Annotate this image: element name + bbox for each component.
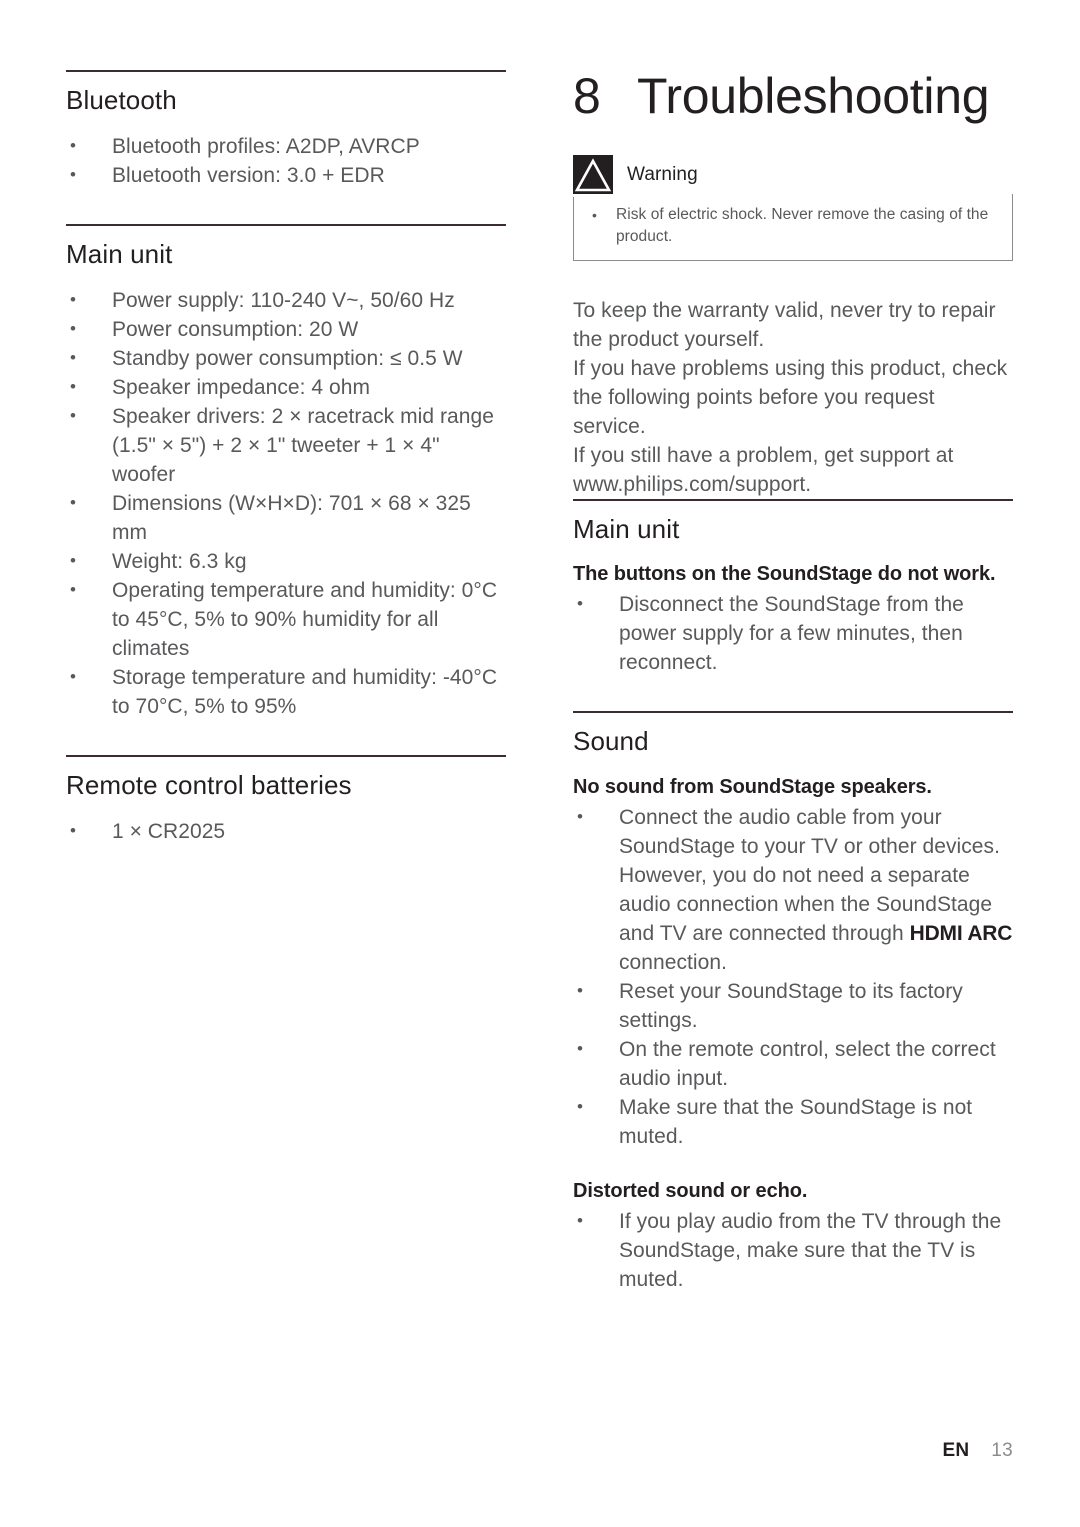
list-item: Speaker drivers: 2 × racetrack mid range… [66,401,506,489]
list-item: Power consumption: 20 W [66,314,506,344]
manual-page: Bluetooth Bluetooth profiles: A2DP, AVRCP… [0,0,1080,1527]
spec-section-remote-batteries: Remote control batteries 1 × CR2025 [66,754,506,846]
intro-line: www.philips.com/support. [573,472,812,496]
list-item: Operating temperature and humidity: 0°C … [66,575,506,663]
list-item: Bluetooth profiles: A2DP, AVRCP [66,131,506,161]
section-rule [573,711,1013,714]
warning-bullet: Risk of electric shock. Never remove the… [586,204,1000,248]
intro-line: If you have problems using this product,… [573,356,1008,380]
list-item: Standby power consumption: ≤ 0.5 W [66,343,506,373]
footer-language: EN [942,1440,970,1461]
list-item: Make sure that the SoundStage is not mut… [573,1092,1013,1151]
warning-box: Warning Risk of electric shock. Never re… [573,154,1013,262]
emphasized-text: HDMI ARC [909,922,1013,946]
intro-line: the following points before you request … [573,385,935,438]
list-item: Weight: 6.3 kg [66,546,506,576]
list-item: On the remote control, select the correc… [573,1034,1013,1093]
left-column: Bluetooth Bluetooth profiles: A2DP, AVRCP… [66,70,506,846]
list-item: Storage temperature and humidity: -40°C … [66,662,506,721]
spec-section-main-unit-specs: Main unit Power supply: 110-240 V~, 50/60… [66,223,506,721]
footer-page-number: 13 [991,1440,1013,1461]
list-item: If you play audio from the TV through th… [573,1206,1013,1294]
list-item: Connect the audio cable from your SoundS… [573,802,1013,977]
troubleshoot-item: Distorted sound or echo. If you play audi… [573,1177,1013,1294]
list-item: Power supply: 110-240 V~, 50/60 Hz [66,285,506,315]
intro-paragraph: To keep the warranty valid, never try to… [573,296,1013,499]
list-item: Reset your SoundStage to its factory set… [573,976,1013,1035]
chapter-number: 8 [573,68,601,124]
section-rule [573,498,1013,501]
intro-line: To keep the warranty valid, never try to… [573,298,996,322]
list-item: Dimensions (W×H×D): 701 × 68 × 325 mm [66,488,506,547]
list-item: Disconnect the SoundStage from the power… [573,589,1013,677]
section-title: Main unit [66,238,173,269]
section-rule [66,754,506,757]
warning-icon-notch [573,193,613,197]
warning-body: Risk of electric shock. Never remove the… [573,193,1013,261]
spec-list: Power supply: 110-240 V~, 50/60 HzPower … [66,285,506,721]
chapter-heading: 8 Troubleshooting [573,70,1013,123]
intro-line: If you still have a problem, get support… [573,443,954,467]
troubleshoot-question: Distorted sound or echo. [573,1180,808,1203]
list-item: Bluetooth version: 3.0 + EDR [66,160,506,190]
section-rule [66,223,506,226]
spec-section-bluetooth: Bluetooth Bluetooth profiles: A2DP, AVRCP… [66,70,506,190]
warning-label: Warning [627,163,698,185]
spec-list: 1 × CR2025 [66,816,506,846]
warning-triangle-icon [573,154,613,195]
page-footer: EN 13 [0,1440,1013,1462]
troubleshoot-item: No sound from SoundStage speakers. Connec… [573,773,1013,1151]
section-title: Remote control batteries [66,769,352,800]
troubleshoot-section-sound: Sound No sound from SoundStage speakers. C… [573,711,1013,1294]
troubleshoot-section-main-unit: Main unit The buttons on the SoundStage d… [573,498,1013,678]
list-item: 1 × CR2025 [66,816,506,846]
right-column: 8 Troubleshooting Warning Risk of electr… [573,70,1013,1294]
warning-header: Warning [573,154,1013,195]
section-title: Main unit [573,513,680,544]
section-title: Bluetooth [66,85,177,115]
troubleshoot-item: The buttons on the SoundStage do not wor… [573,560,1013,677]
chapter-title: Troubleshooting [637,68,990,124]
section-title: Sound [573,726,649,757]
section-rule [66,70,506,72]
troubleshoot-solutions: Connect the audio cable from your SoundS… [573,802,1013,1151]
troubleshoot-solutions: Disconnect the SoundStage from the power… [573,589,1013,677]
list-item: Speaker impedance: 4 ohm [66,372,506,402]
intro-line: the product yourself. [573,327,765,351]
troubleshoot-question: The buttons on the SoundStage do not wor… [573,563,996,586]
spec-list: Bluetooth profiles: A2DP, AVRCPBluetooth… [66,131,506,190]
troubleshoot-solutions: If you play audio from the TV through th… [573,1206,1013,1294]
troubleshoot-question: No sound from SoundStage speakers. [573,776,932,799]
